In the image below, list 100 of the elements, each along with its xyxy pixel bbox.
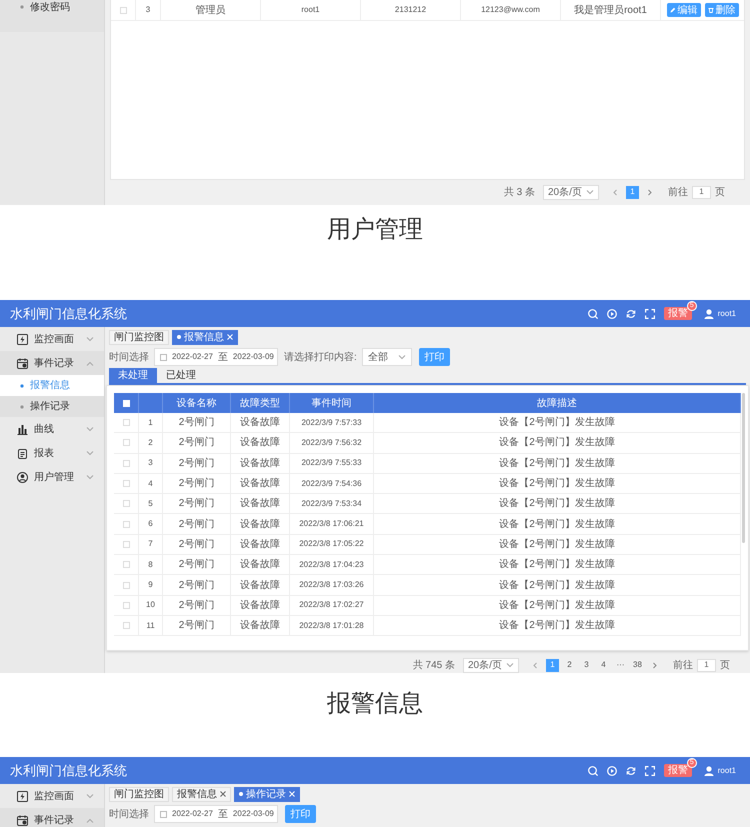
table-cell: 设备故障 bbox=[231, 494, 290, 514]
checkbox[interactable] bbox=[122, 439, 130, 446]
checkbox[interactable] bbox=[122, 622, 130, 630]
table-cell: 2号闸门 bbox=[163, 596, 231, 615]
checkbox[interactable] bbox=[122, 500, 130, 508]
sidebar-subitem[interactable]: 报警信息 bbox=[0, 375, 104, 396]
date-range-field[interactable]: 2022-02-27 至 2022-03-09 bbox=[154, 805, 278, 823]
table-cell: 3 bbox=[136, 0, 161, 20]
table-cell: 2022/3/9 7:57:33 bbox=[290, 413, 374, 432]
table-cell: 2022/3/9 7:56:32 bbox=[290, 433, 374, 453]
search-icon bbox=[588, 766, 598, 776]
row-number: 10 bbox=[139, 596, 163, 615]
table-cell: 设备【2号闸门】发生故障 bbox=[374, 474, 741, 494]
page-tab[interactable]: 报警信息 bbox=[172, 786, 231, 802]
monitor-icon bbox=[17, 790, 28, 802]
table-cell: 设备故障 bbox=[231, 616, 290, 636]
table-cell: 设备【2号闸门】发生故障 bbox=[374, 534, 741, 554]
table-cell: 设备【2号闸门】发生故障 bbox=[374, 433, 741, 453]
table-cell: 2022/3/8 17:05:22 bbox=[290, 534, 374, 554]
search-icon bbox=[588, 308, 598, 318]
user-icon bbox=[704, 766, 714, 776]
sidebar-item[interactable]: 监控画面 bbox=[0, 784, 104, 808]
page-size-select[interactable]: 20条/页 bbox=[543, 184, 599, 200]
clipboard-icon bbox=[17, 448, 28, 458]
row-number: 11 bbox=[139, 616, 163, 636]
table-cell: 设备故障 bbox=[231, 575, 290, 595]
table-cell: 我是管理员root1 bbox=[561, 0, 661, 20]
table-cell: 2022/3/8 17:04:23 bbox=[290, 555, 374, 574]
table-cell: 2号闸门 bbox=[163, 534, 231, 554]
table-cell: 2022/3/9 7:54:36 bbox=[290, 474, 374, 494]
checkbox[interactable] bbox=[120, 6, 126, 14]
goto-suffix: 页 bbox=[715, 186, 725, 200]
dot-icon bbox=[239, 792, 243, 796]
table-cell: 2号闸门 bbox=[163, 616, 231, 636]
checkbox[interactable] bbox=[122, 540, 130, 548]
sub-tab[interactable]: 已处理 bbox=[157, 368, 205, 383]
dot-icon bbox=[177, 335, 181, 339]
sidebar-item[interactable]: 曲线 bbox=[0, 417, 104, 441]
table-cell: 设备【2号闸门】发生故障 bbox=[374, 413, 741, 432]
total-count: 共 3 条 bbox=[504, 186, 535, 200]
section-caption: 报警信息 bbox=[327, 689, 423, 719]
checkbox[interactable] bbox=[122, 419, 130, 426]
checkbox[interactable] bbox=[122, 520, 130, 528]
table-cell: 2131212 bbox=[361, 0, 461, 20]
page-size-select[interactable]: 20条/页 bbox=[463, 658, 519, 672]
row-number: 4 bbox=[139, 474, 163, 494]
row-number: 5 bbox=[139, 494, 163, 514]
table-cell: 设备故障 bbox=[231, 474, 290, 494]
bar-chart-icon bbox=[17, 424, 28, 434]
goto-suffix: 页 bbox=[720, 658, 730, 672]
table-cell: 2022/3/8 17:01:28 bbox=[290, 616, 374, 636]
date-range-field[interactable]: 2022-02-27 至 2022-03-09 bbox=[154, 348, 278, 366]
dot-icon bbox=[20, 404, 24, 408]
print-select[interactable]: 全部 bbox=[362, 348, 412, 366]
total-count: 共 745 条 bbox=[412, 658, 455, 672]
sidebar-item[interactable]: 事件记录 bbox=[0, 808, 104, 827]
row-number: 2 bbox=[139, 433, 163, 453]
goto-label: 前往 bbox=[673, 658, 693, 672]
page-input[interactable]: 1 bbox=[692, 186, 711, 198]
table-cell: 设备故障 bbox=[231, 555, 290, 574]
table-cell: 设备【2号闸门】发生故障 bbox=[374, 514, 741, 534]
goto-label: 前往 bbox=[668, 186, 688, 200]
sidebar-item[interactable]: 监控画面 bbox=[0, 327, 104, 351]
page-tab[interactable]: 报警信息 bbox=[172, 330, 238, 344]
table-cell: 2号闸门 bbox=[163, 494, 231, 514]
chevron-down-icon bbox=[398, 354, 406, 360]
table-cell: 2号闸门 bbox=[163, 555, 231, 574]
table-cell: 2022/3/8 17:03:26 bbox=[290, 575, 374, 595]
table-cell: 设备【2号闸门】发生故障 bbox=[374, 575, 741, 595]
sidebar-item[interactable]: 事件记录 bbox=[0, 351, 104, 375]
chevron-down-icon bbox=[586, 190, 594, 194]
table-cell: 设备故障 bbox=[231, 454, 290, 473]
row-number: 1 bbox=[139, 413, 163, 432]
field-label: 时间选择 bbox=[109, 350, 149, 364]
checkbox[interactable] bbox=[122, 480, 130, 488]
checkbox[interactable] bbox=[122, 561, 130, 568]
user-icon bbox=[704, 308, 714, 318]
refresh-icon bbox=[626, 766, 636, 776]
sidebar-item[interactable]: 报表 bbox=[0, 441, 104, 465]
table-cell: 2022/3/9 7:55:33 bbox=[290, 454, 374, 473]
sidebar-subitem[interactable]: 操作记录 bbox=[0, 396, 104, 417]
page-tab[interactable]: 闸门监控图 bbox=[109, 786, 169, 802]
row-number: 3 bbox=[139, 454, 163, 473]
page-tab[interactable]: 操作记录 bbox=[234, 786, 300, 802]
checkbox[interactable] bbox=[122, 582, 130, 589]
trash-icon bbox=[708, 7, 714, 13]
checkbox[interactable] bbox=[122, 460, 130, 467]
checkbox[interactable] bbox=[122, 602, 130, 609]
pencil-icon bbox=[670, 7, 676, 13]
table-cell: 管理员 bbox=[161, 0, 261, 20]
sidebar-item[interactable]: 用户管理 bbox=[0, 465, 104, 489]
table-cell: 设备故障 bbox=[231, 596, 290, 615]
sub-tab[interactable]: 未处理 bbox=[109, 368, 157, 383]
close-icon bbox=[289, 791, 295, 797]
table-cell: 2号闸门 bbox=[163, 454, 231, 473]
table-cell: 设备【2号闸门】发生故障 bbox=[374, 454, 741, 473]
page-input[interactable]: 1 bbox=[697, 658, 716, 672]
user-name: root1 bbox=[718, 308, 736, 320]
page-tab[interactable]: 闸门监控图 bbox=[109, 330, 169, 344]
table-cell: 设备故障 bbox=[231, 534, 290, 554]
